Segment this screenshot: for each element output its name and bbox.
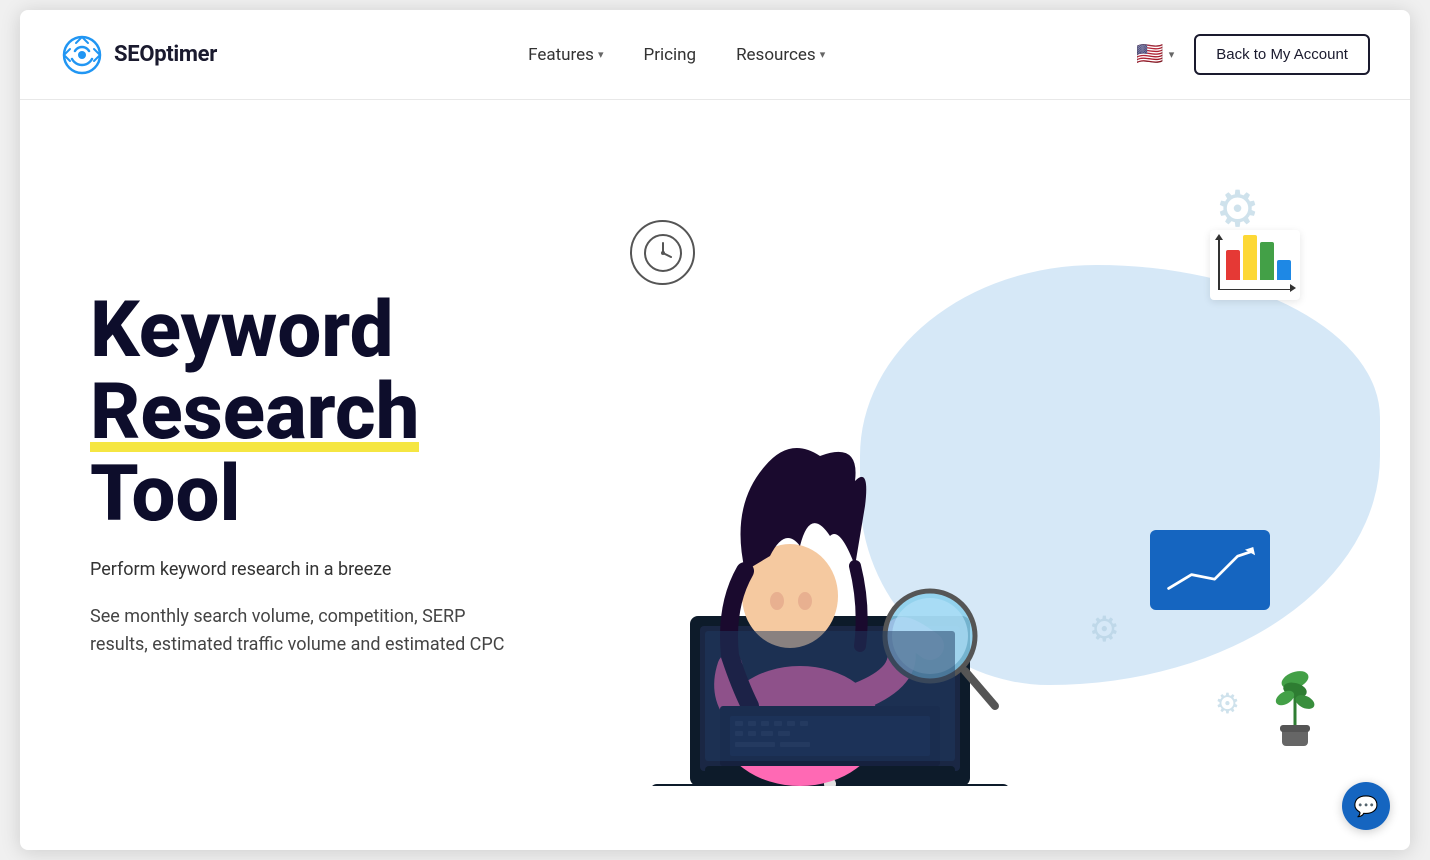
- nav-right: 🇺🇸 ▾ Back to My Account: [1136, 34, 1370, 75]
- hero-text: Keyword Research Tool Perform keyword re…: [90, 290, 510, 660]
- title-line2: Research: [90, 372, 419, 454]
- chart-bar-2: [1243, 235, 1257, 280]
- nav-resources[interactable]: Resources ▾: [736, 45, 825, 65]
- hero-illustration: ⚙ ⚙ ⚙: [510, 100, 1350, 850]
- nav-links: Features ▾ Pricing Resources ▾: [528, 45, 825, 65]
- features-chevron-icon: ▾: [598, 48, 604, 61]
- person-illustration: [590, 306, 1090, 790]
- plant-icon: [1260, 660, 1330, 750]
- language-selector[interactable]: 🇺🇸 ▾: [1136, 42, 1174, 67]
- chart-x-arrow: [1290, 284, 1296, 292]
- nav-features[interactable]: Features ▾: [528, 45, 603, 65]
- logo-icon: [60, 33, 104, 77]
- nav-pricing[interactable]: Pricing: [643, 45, 696, 65]
- flag-icon: 🇺🇸: [1136, 42, 1163, 67]
- chart-bar-3: [1260, 242, 1274, 280]
- trend-card: [1150, 530, 1270, 610]
- back-to-account-button[interactable]: Back to My Account: [1194, 34, 1370, 75]
- chart-bar-1: [1226, 250, 1240, 280]
- language-chevron-icon: ▾: [1169, 48, 1175, 61]
- brand-name: SEOptimer: [114, 42, 217, 67]
- bar-chart-card: [1210, 230, 1300, 300]
- hero-description: See monthly search volume, competition, …: [90, 603, 510, 661]
- navbar: SEOptimer Features ▾ Pricing Resources ▾…: [20, 10, 1410, 100]
- page-wrapper: SEOptimer Features ▾ Pricing Resources ▾…: [20, 10, 1410, 850]
- hero-title: Keyword Research Tool: [90, 290, 510, 536]
- chat-button[interactable]: 💬: [1342, 782, 1390, 830]
- chart-bar-4: [1277, 260, 1291, 280]
- title-line1: Keyword: [90, 285, 394, 376]
- gear-icon-3: ⚙: [1215, 687, 1240, 720]
- clock-icon: [630, 220, 695, 285]
- chart-y-arrow: [1215, 234, 1223, 240]
- chat-icon: 💬: [1354, 794, 1379, 818]
- logo-area[interactable]: SEOptimer: [60, 33, 217, 77]
- gear-icon-2: ⚙: [1089, 609, 1120, 650]
- hero-subtitle: Perform keyword research in a breeze: [90, 556, 510, 583]
- chart-x-axis: [1218, 289, 1292, 291]
- chart-y-axis: [1218, 238, 1220, 290]
- resources-chevron-icon: ▾: [820, 48, 826, 61]
- title-line3: Tool: [90, 449, 241, 540]
- hero-section: Keyword Research Tool Perform keyword re…: [20, 100, 1410, 850]
